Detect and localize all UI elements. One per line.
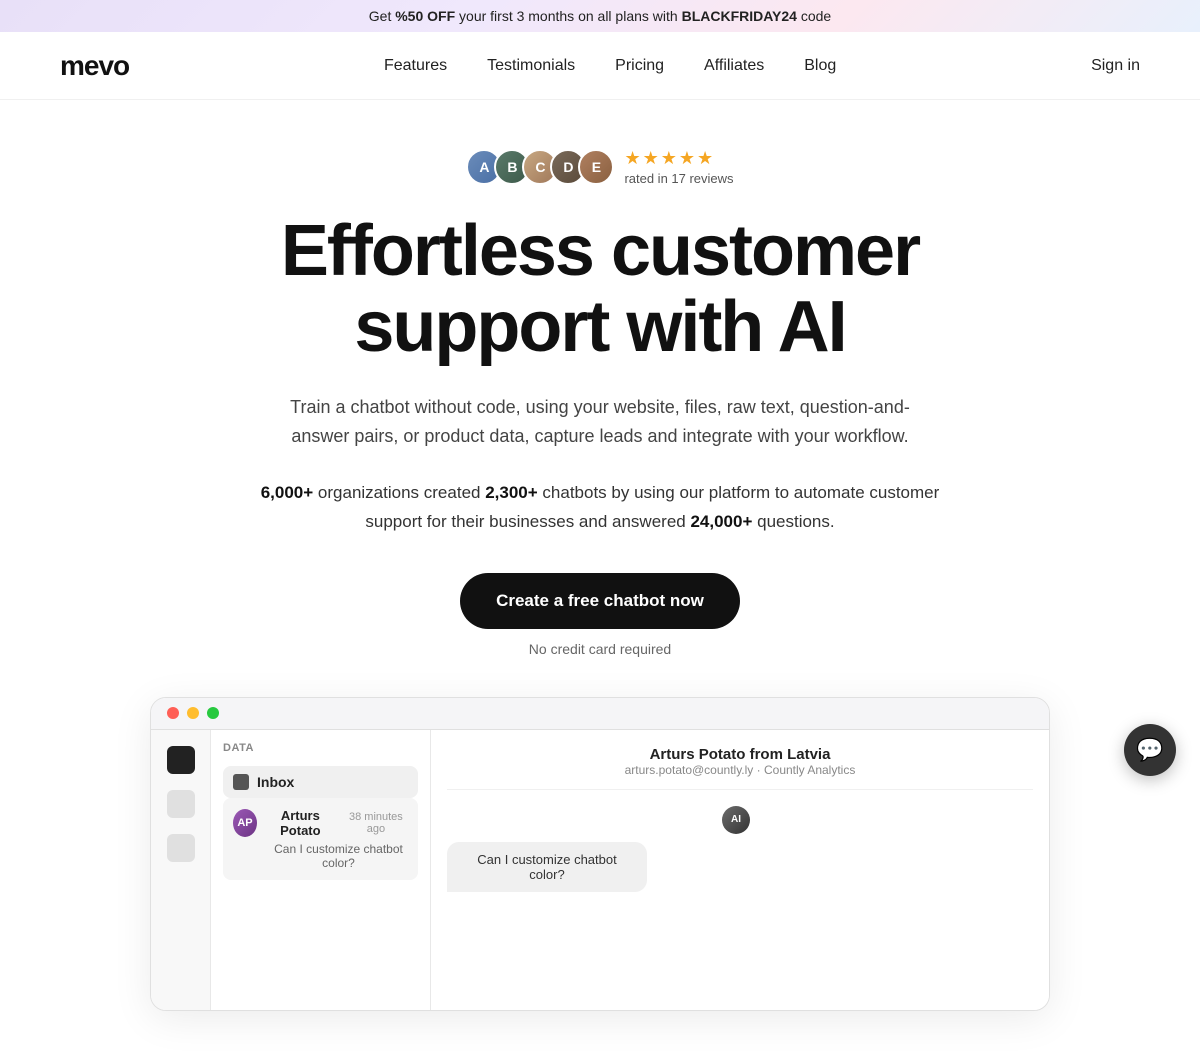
inbox-tab[interactable]: Inbox [223,766,418,798]
nav-links: Features Testimonials Pricing Affiliates… [384,57,836,75]
bot-message-bubble: Can I customize chatbot color? [447,842,647,892]
signin-button[interactable]: Sign in [1091,57,1140,75]
stat-num2: 2,300+ [485,483,537,502]
data-label: DATA [223,742,254,754]
message-header: AP Arturs Potato 38 minutes ago [233,808,408,838]
navbar: mevo Features Testimonials Pricing Affil… [0,32,1200,100]
review-info: ★★★★★ rated in 17 reviews [624,148,733,186]
sidebar-data-icon[interactable] [167,790,195,818]
dashboard-preview: DATA Inbox AP Arturs Potato 38 minutes a… [150,697,1050,1011]
inbox-label: Inbox [257,774,294,790]
inbox-icon [233,774,249,790]
window-top-bar [151,698,1049,730]
hero-stats: 6,000+ organizations created 2,300+ chat… [260,479,940,537]
dashboard-sidebar [151,730,211,1010]
cta-button[interactable]: Create a free chatbot now [460,573,740,629]
inbox-list: DATA Inbox AP Arturs Potato 38 minutes a… [211,730,431,1010]
avatar-group: A B C D E [466,149,614,185]
detail-contact-email: arturs.potato@countly.ly · Countly Analy… [447,763,1033,777]
social-proof: A B C D E ★★★★★ rated in 17 reviews [466,148,733,186]
chat-widget-icon: 💬 [1136,737,1163,763]
detail-contact-name: Arturs Potato from Latvia [447,746,1033,763]
hero-headline: Effortless customer support with AI [281,214,919,365]
avatar: E [578,149,614,185]
no-card-text: No credit card required [529,641,671,657]
message-detail-pane: Arturs Potato from Latvia arturs.potato@… [431,730,1049,1010]
message-sender-name: Arturs Potato [265,808,336,838]
message-avatar: AP [233,809,257,837]
stat-num3: 24,000+ [690,512,752,531]
headline-line2: support with AI [354,287,845,367]
nav-affiliates[interactable]: Affiliates [704,57,764,74]
headline-line1: Effortless customer [281,211,919,291]
window-maximize-dot [207,707,219,719]
dashboard-body: DATA Inbox AP Arturs Potato 38 minutes a… [151,730,1049,1010]
window-minimize-dot [187,707,199,719]
stat-text1: organizations created [313,483,485,502]
message-list-item[interactable]: AP Arturs Potato 38 minutes ago Can I cu… [223,798,418,880]
chat-widget-button[interactable]: 💬 [1124,724,1176,776]
hero-section: A B C D E ★★★★★ rated in 17 reviews Effo… [0,100,1200,1051]
nav-pricing[interactable]: Pricing [615,57,664,74]
sidebar-settings-icon[interactable] [167,834,195,862]
stat-num1: 6,000+ [261,483,313,502]
chat-area: AI Can I customize chatbot color? [447,806,1033,892]
star-rating: ★★★★★ [624,148,715,169]
data-label-header: DATA [223,742,418,754]
banner-suffix: code [797,8,831,24]
message-time: 38 minutes ago [344,811,408,835]
banner-highlight1: %50 OFF [395,8,455,24]
message-preview: Can I customize chatbot color? [269,842,408,870]
nav-blog[interactable]: Blog [804,57,836,74]
banner-highlight2: BLACKFRIDAY24 [682,8,797,24]
nav-testimonials[interactable]: Testimonials [487,57,575,74]
window-close-dot [167,707,179,719]
sidebar-home-icon[interactable] [167,746,195,774]
detail-header: Arturs Potato from Latvia arturs.potato@… [447,746,1033,790]
banner-middle: your first 3 months on all plans with [455,8,681,24]
logo[interactable]: mevo [60,50,129,82]
nav-features[interactable]: Features [384,57,447,74]
dashboard-main: DATA Inbox AP Arturs Potato 38 minutes a… [211,730,1049,1010]
stat-text3: questions. [752,512,834,531]
promo-banner: Get %50 OFF your first 3 months on all p… [0,0,1200,32]
bot-avatar: AI [722,806,750,834]
review-count: rated in 17 reviews [624,171,733,186]
hero-subheadline: Train a chatbot without code, using your… [280,393,920,451]
banner-prefix: Get [369,8,395,24]
